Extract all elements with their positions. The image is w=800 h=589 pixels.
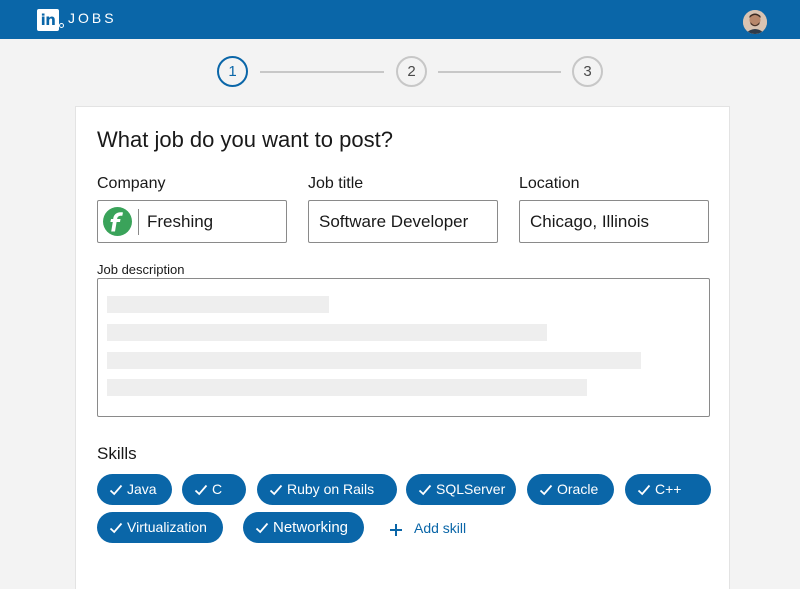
skill-chip-oracle[interactable]: Oracle: [527, 474, 614, 505]
job-post-card: What job do you want to post? Company Fr…: [75, 106, 730, 589]
top-bar: in JOBS: [0, 0, 800, 39]
job-description-field[interactable]: [97, 278, 710, 417]
company-field[interactable]: Freshing: [97, 200, 287, 243]
check-icon: [109, 522, 123, 534]
freshing-logo-icon: [103, 207, 132, 236]
skill-chip-label: Oracle: [557, 481, 599, 497]
placeholder-line: [107, 296, 329, 313]
check-icon: [255, 522, 269, 534]
check-icon: [269, 484, 283, 496]
skill-chip-label: Ruby on Rails: [287, 481, 375, 497]
company-value: Freshing: [147, 212, 214, 231]
skill-chip-label: SQLServer: [436, 481, 506, 497]
company-label: Company: [97, 175, 166, 192]
step-2[interactable]: 2: [396, 56, 427, 87]
skill-chip-label: Virtualization: [127, 519, 207, 535]
registered-mark-icon: [59, 23, 64, 28]
skill-chip-label: C++: [655, 481, 682, 497]
check-icon: [539, 484, 553, 496]
avatar[interactable]: [743, 10, 767, 34]
add-skill-label: Add skill: [414, 520, 467, 536]
skill-chip-sqlserver[interactable]: SQLServer: [406, 474, 516, 505]
linkedin-logo-icon[interactable]: in: [37, 9, 59, 31]
stepper: 1 2 3: [0, 56, 800, 88]
job-description-label: Job description: [97, 262, 185, 277]
plus-icon: [390, 524, 402, 536]
company-separator: [138, 209, 139, 235]
placeholder-line: [107, 324, 547, 341]
skill-chip-ruby-on-rails[interactable]: Ruby on Rails: [257, 474, 397, 505]
avatar-image: [743, 10, 767, 34]
location-value: Chicago, Illinois: [530, 212, 650, 231]
job-title-label: Job title: [308, 175, 364, 192]
check-icon: [109, 484, 123, 496]
placeholder-line: [107, 352, 641, 369]
page-title: What job do you want to post?: [97, 127, 393, 152]
skill-chip-c[interactable]: C: [182, 474, 246, 505]
skill-chip-label: C: [212, 481, 223, 497]
skill-chip-java[interactable]: Java: [97, 474, 172, 505]
location-label: Location: [519, 175, 580, 192]
skills-label: Skills: [97, 444, 137, 463]
skill-chip-networking[interactable]: Networking: [243, 512, 364, 543]
skill-chip-cpp[interactable]: C++: [625, 474, 711, 505]
skill-chip-label: Java: [127, 481, 157, 497]
placeholder-line: [107, 379, 587, 396]
step-3[interactable]: 3: [572, 56, 603, 87]
step-connector: [438, 71, 561, 73]
check-icon: [194, 484, 208, 496]
step-connector: [260, 71, 384, 73]
location-field[interactable]: Chicago, Illinois: [519, 200, 709, 243]
check-icon: [418, 484, 432, 496]
skill-chip-virtualization[interactable]: Virtualization: [97, 512, 223, 543]
check-icon: [637, 484, 651, 496]
step-1[interactable]: 1: [217, 56, 248, 87]
skill-chip-label: Networking: [273, 519, 349, 536]
job-title-field[interactable]: Software Developer: [308, 200, 498, 243]
job-title-value: Software Developer: [319, 212, 469, 231]
brand-label: JOBS: [68, 10, 117, 26]
